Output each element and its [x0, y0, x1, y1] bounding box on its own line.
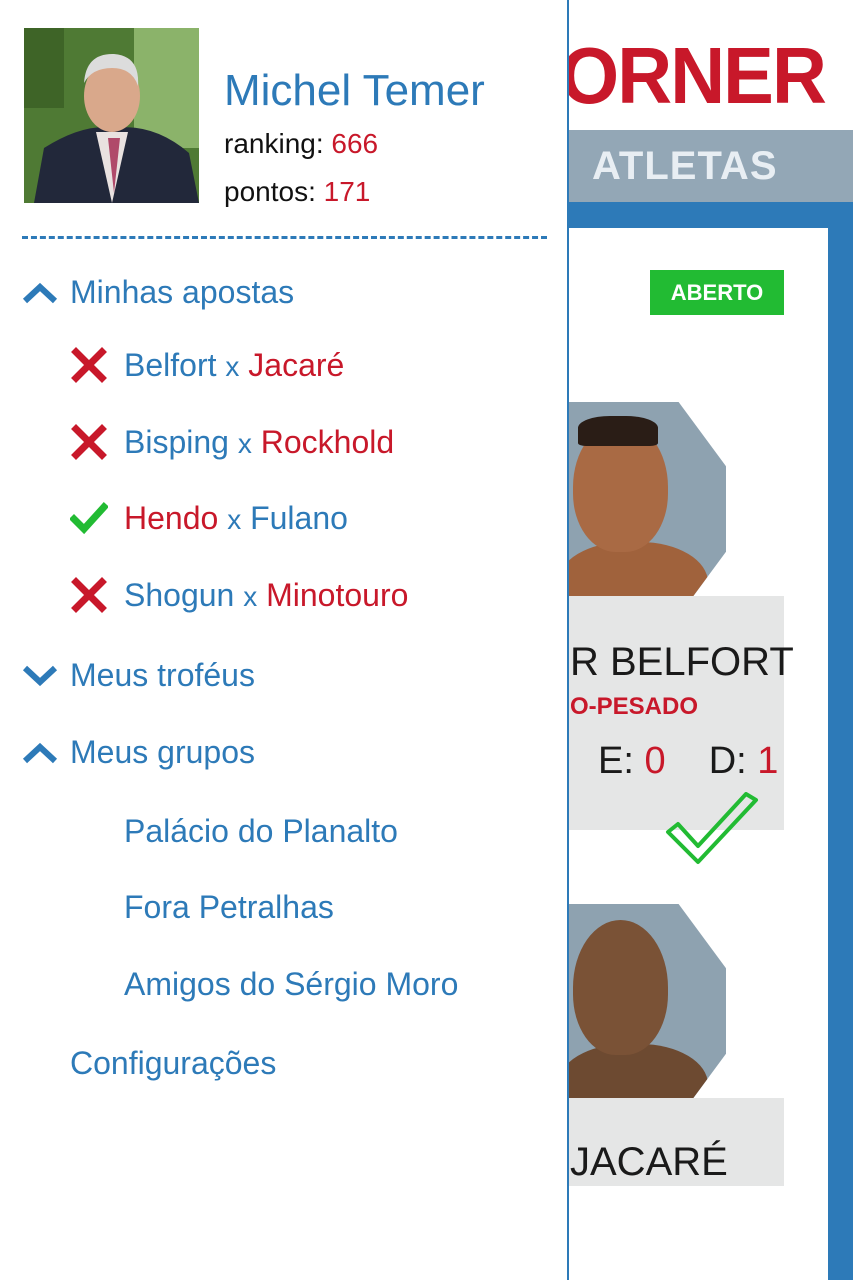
chevron-up-icon [22, 282, 58, 303]
stat-e-label: E: [598, 740, 634, 782]
fighter-weight-class: O-PESADO [570, 693, 699, 720]
bet-fighter-left: Hendo [124, 499, 219, 536]
chevron-down-icon [22, 665, 58, 686]
profile-points: pontos: 171 [224, 176, 370, 208]
menu-my-groups-label: Meus grupos [70, 734, 255, 770]
check-icon [70, 502, 108, 535]
group-item[interactable]: Amigos do Sérgio Moro [124, 966, 458, 1003]
check-outline-icon [666, 792, 758, 864]
bet-separator: x [225, 350, 240, 382]
side-drawer: Michel Temer ranking: 666 pontos: 171 Mi… [0, 0, 569, 1280]
points-value: 171 [323, 176, 371, 207]
bet-item[interactable]: Belfort x Jacaré [70, 346, 344, 384]
points-label: pontos: [224, 176, 316, 207]
stat-e-value: 0 [644, 740, 666, 782]
fighter-photo[interactable] [568, 402, 726, 616]
ranking-value: 666 [331, 128, 379, 159]
bet-separator: x [237, 427, 252, 459]
cross-icon [71, 424, 107, 460]
bet-fighter-right: Jacaré [248, 346, 345, 383]
profile-name: Michel Temer [224, 66, 485, 115]
stat-d-value: 1 [757, 740, 779, 782]
bet-fighter-right: Fulano [250, 499, 348, 536]
cross-icon [71, 347, 107, 383]
bet-separator: x [227, 503, 242, 535]
bet-fighter-left: Shogun [124, 576, 235, 613]
bet-fighter-left: Bisping [124, 423, 229, 460]
bet-fighter-right: Minotouro [266, 576, 409, 613]
stat-d-label: D: [708, 740, 747, 782]
status-badge: ABERTO [650, 270, 784, 315]
bet-item[interactable]: Bisping x Rockhold [70, 423, 394, 461]
cross-icon [71, 577, 107, 613]
bet-fighter-left: Belfort [124, 346, 217, 383]
group-item[interactable]: Fora Petralhas [124, 889, 334, 926]
bet-item[interactable]: Shogun x Minotouro [70, 576, 408, 614]
menu-my-bets-label: Minhas apostas [70, 274, 295, 310]
fighter-name: JACARÉ [570, 1140, 728, 1184]
fighter-name: R BELFORT [570, 640, 794, 684]
group-item[interactable]: Palácio do Planalto [124, 813, 398, 850]
bet-separator: x [243, 580, 258, 612]
divider [22, 236, 547, 239]
header-strip [568, 202, 853, 228]
menu-my-trophies-label: Meus troféus [70, 657, 255, 693]
avatar[interactable] [24, 28, 199, 203]
right-border [828, 202, 853, 1280]
fighter-stats: E: 0 D: 1 [598, 740, 778, 783]
tab-atletas[interactable]: ATLETAS [592, 144, 778, 189]
app-logo: ORNER [560, 31, 827, 120]
chevron-up-icon [22, 742, 58, 763]
avatar-image [24, 28, 199, 203]
profile-ranking: ranking: 666 [224, 128, 378, 160]
menu-my-trophies[interactable]: Meus troféus [22, 657, 255, 694]
bet-fighter-right: Rockhold [260, 423, 395, 460]
fighter-photo[interactable] [568, 904, 726, 1118]
menu-my-bets[interactable]: Minhas apostas [22, 274, 294, 311]
bet-item[interactable]: Hendo x Fulano [70, 499, 348, 537]
menu-my-groups[interactable]: Meus grupos [22, 734, 255, 771]
tab-bar: ATLETAS [568, 130, 853, 202]
ranking-label: ranking: [224, 128, 324, 159]
menu-settings[interactable]: Configurações [70, 1045, 276, 1082]
